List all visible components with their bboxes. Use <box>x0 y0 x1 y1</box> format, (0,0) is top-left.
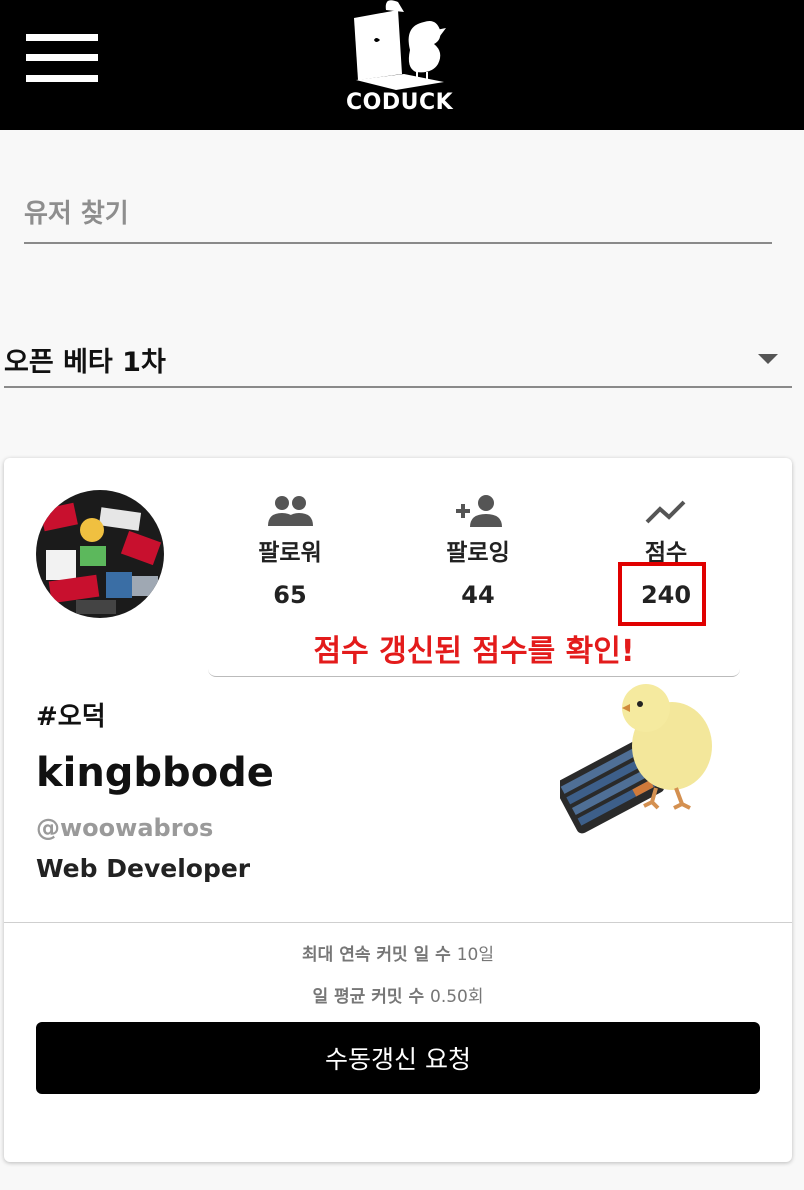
max-streak-label: 최대 연속 커밋 일 수 <box>302 945 451 965</box>
followers-count: 65 <box>273 581 307 609</box>
sticker-laptop-avatar-icon <box>36 490 164 618</box>
trending-up-icon <box>645 500 686 524</box>
user-handle[interactable]: @woowabros <box>36 814 213 842</box>
followers-stat[interactable]: 팔로워 65 <box>220 494 360 610</box>
user-tag: #오덕 <box>36 702 106 732</box>
annotation-caption: 점수 갱신된 점수를 확인! <box>208 632 740 677</box>
duck-laptop-logo-icon <box>354 0 446 90</box>
avg-commits-value: 0.50회 <box>430 987 484 1007</box>
user-role: Web Developer <box>36 854 251 883</box>
chevron-down-icon <box>758 354 778 364</box>
avg-commits: 일 평균 커밋 수 0.50회 <box>4 982 792 1007</box>
following-stat[interactable]: 팔로잉 44 <box>408 494 548 610</box>
following-count: 44 <box>461 581 495 609</box>
manual-refresh-button[interactable]: 수동갱신 요청 <box>36 1022 760 1094</box>
profile-card: 팔로워 65 팔로잉 44 점수 240 점수 갱신된 점수를 확인! #오덕 … <box>4 458 792 1162</box>
following-label: 팔로잉 <box>446 540 510 566</box>
people-icon <box>268 496 313 526</box>
max-streak: 최대 연속 커밋 일 수 10일 <box>4 940 792 965</box>
season-select-value: 오픈 베타 1차 <box>4 347 166 378</box>
person-add-icon <box>456 495 502 527</box>
max-streak-value: 10일 <box>456 945 494 965</box>
search-input[interactable] <box>24 186 772 242</box>
coduck-logo[interactable]: CODUCK <box>346 0 454 122</box>
chick-keyboard-image <box>560 684 712 834</box>
avatar[interactable] <box>36 490 164 618</box>
avg-commits-label: 일 평균 커밋 수 <box>312 987 425 1007</box>
user-search <box>24 186 772 244</box>
username: kingbbode <box>36 750 274 796</box>
score-highlight-box <box>618 562 706 626</box>
season-select[interactable]: 오픈 베타 1차 <box>4 330 792 388</box>
followers-label: 팔로워 <box>258 540 322 566</box>
brand-name: CODUCK <box>346 90 454 115</box>
menu-icon[interactable] <box>26 34 98 82</box>
divider <box>4 922 792 923</box>
app-header: CODUCK <box>0 0 804 130</box>
